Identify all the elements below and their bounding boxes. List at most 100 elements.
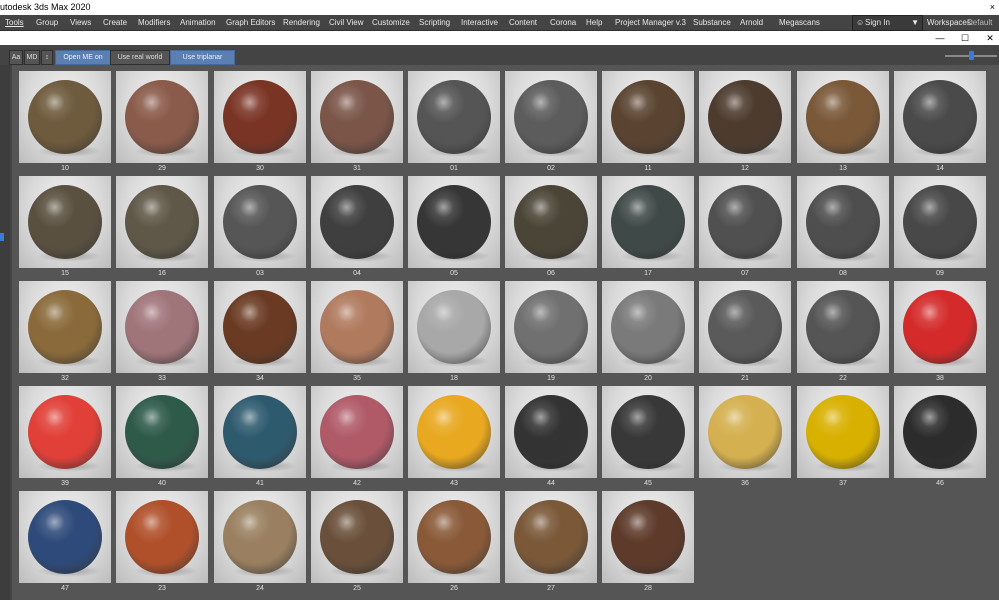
slider-handle[interactable] [969, 51, 974, 60]
material-tile[interactable]: 21 [699, 281, 791, 382]
material-tile[interactable]: 33 [116, 281, 208, 382]
material-tile[interactable]: 46 [894, 386, 986, 487]
material-thumbnail [408, 71, 500, 163]
material-tile[interactable]: 01 [408, 71, 500, 172]
menu-substance[interactable]: Substance [693, 15, 731, 30]
material-tile[interactable]: 40 [116, 386, 208, 487]
material-label: 13 [839, 165, 847, 172]
menu-customize[interactable]: Customize [372, 15, 410, 30]
material-tile[interactable]: 25 [311, 491, 403, 592]
material-tile[interactable]: 09 [894, 176, 986, 277]
material-tile[interactable]: 03 [214, 176, 306, 277]
material-tile[interactable]: 42 [311, 386, 403, 487]
material-tile[interactable]: 11 [602, 71, 694, 172]
panel-header [0, 31, 999, 45]
panel-collapse-marker[interactable] [0, 233, 4, 241]
menu-corona[interactable]: Corona [550, 15, 576, 30]
menu-content[interactable]: Content [509, 15, 537, 30]
material-tile[interactable]: 34 [214, 281, 306, 382]
material-tile[interactable]: 27 [505, 491, 597, 592]
material-tile[interactable]: 41 [214, 386, 306, 487]
material-tile[interactable]: 44 [505, 386, 597, 487]
material-tile[interactable]: 28 [602, 491, 694, 592]
material-sphere [417, 185, 491, 259]
material-tile[interactable]: 12 [699, 71, 791, 172]
material-label: 33 [158, 375, 166, 382]
sort-button[interactable]: ↕ [41, 50, 53, 65]
workspace-selector[interactable]: Default [967, 15, 992, 30]
material-tile[interactable]: 35 [311, 281, 403, 382]
material-tile[interactable]: 36 [699, 386, 791, 487]
material-sphere [708, 395, 782, 469]
menu-arnold[interactable]: Arnold [740, 15, 763, 30]
menu-tools[interactable]: Tools [5, 15, 24, 30]
material-tile[interactable]: 29 [116, 71, 208, 172]
text-size-button[interactable]: Aa [9, 50, 23, 65]
material-tile[interactable]: 47 [19, 491, 111, 592]
material-tile[interactable]: 15 [19, 176, 111, 277]
material-thumbnail [894, 281, 986, 373]
menu-scripting[interactable]: Scripting [419, 15, 450, 30]
sign-in-dropdown[interactable]: ☺ Sign In ▼ [852, 15, 923, 31]
menu-civil-view[interactable]: Civil View [329, 15, 364, 30]
material-tile[interactable]: 43 [408, 386, 500, 487]
material-sphere [320, 80, 394, 154]
material-tile[interactable]: 31 [311, 71, 403, 172]
triplanar-mapping-toggle[interactable]: Use triplanar mapping [170, 50, 235, 74]
minimize-icon[interactable]: — [933, 31, 947, 45]
material-tile[interactable]: 06 [505, 176, 597, 277]
material-sphere [708, 185, 782, 259]
app-close-icon[interactable]: × [990, 0, 995, 15]
material-tile[interactable]: 07 [699, 176, 791, 277]
menu-animation[interactable]: Animation [180, 15, 216, 30]
material-label: 19 [547, 375, 555, 382]
material-tile[interactable]: 04 [311, 176, 403, 277]
md-button[interactable]: MD [24, 50, 40, 65]
material-thumbnail [408, 386, 500, 478]
menu-project-manager[interactable]: Project Manager v.3 [615, 15, 686, 30]
material-thumbnail [214, 71, 306, 163]
menu-graph-editors[interactable]: Graph Editors [226, 15, 275, 30]
menu-modifiers[interactable]: Modifiers [138, 15, 170, 30]
material-thumbnail [116, 386, 208, 478]
material-tile[interactable]: 45 [602, 386, 694, 487]
menu-rendering[interactable]: Rendering [283, 15, 320, 30]
material-tile[interactable]: 22 [797, 281, 889, 382]
material-tile[interactable]: 08 [797, 176, 889, 277]
material-tile[interactable]: 30 [214, 71, 306, 172]
material-tile[interactable]: 38 [894, 281, 986, 382]
menu-megascans[interactable]: Megascans [779, 15, 820, 30]
material-sphere [28, 80, 102, 154]
material-label: 31 [353, 165, 361, 172]
material-tile[interactable]: 26 [408, 491, 500, 592]
material-tile[interactable]: 13 [797, 71, 889, 172]
material-tile[interactable]: 37 [797, 386, 889, 487]
material-tile[interactable]: 23 [116, 491, 208, 592]
open-me-on-apply-toggle[interactable]: Open ME on apply [55, 50, 111, 74]
material-thumbnail [894, 176, 986, 268]
real-world-scale-toggle[interactable]: Use real world scale [110, 50, 170, 74]
menu-help[interactable]: Help [586, 15, 602, 30]
material-tile[interactable]: 39 [19, 386, 111, 487]
material-thumbnail [311, 176, 403, 268]
material-tile[interactable]: 18 [408, 281, 500, 382]
material-tile[interactable]: 19 [505, 281, 597, 382]
material-tile[interactable]: 17 [602, 176, 694, 277]
material-tile[interactable]: 10 [19, 71, 111, 172]
menu-create[interactable]: Create [103, 15, 127, 30]
material-tile[interactable]: 05 [408, 176, 500, 277]
material-thumbnail [19, 386, 111, 478]
menu-group[interactable]: Group [36, 15, 58, 30]
material-tile[interactable]: 24 [214, 491, 306, 592]
material-thumbnail [797, 71, 889, 163]
material-tile[interactable]: 14 [894, 71, 986, 172]
menu-interactive[interactable]: Interactive [461, 15, 498, 30]
material-tile[interactable]: 32 [19, 281, 111, 382]
menu-views[interactable]: Views [70, 15, 91, 30]
close-icon[interactable]: ✕ [983, 31, 997, 45]
maximize-icon[interactable]: ☐ [958, 31, 972, 45]
material-tile[interactable]: 20 [602, 281, 694, 382]
material-tile[interactable]: 02 [505, 71, 597, 172]
material-tile[interactable]: 16 [116, 176, 208, 277]
material-label: 41 [256, 480, 264, 487]
